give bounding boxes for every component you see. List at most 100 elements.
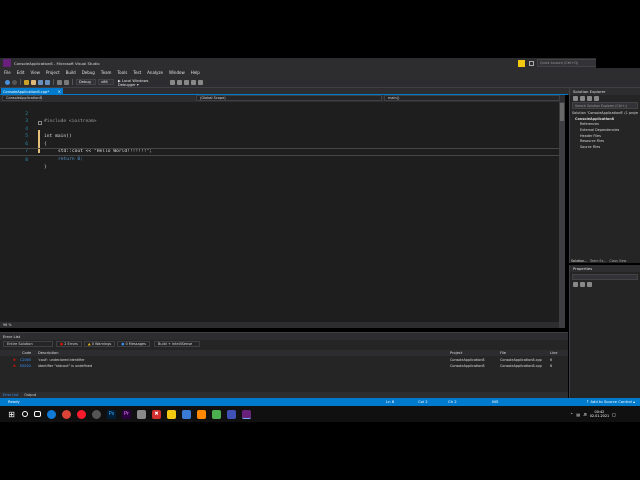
save-all-icon[interactable]	[45, 79, 50, 85]
bookmark-prev-icon[interactable]	[191, 79, 196, 85]
table-row[interactable]: ✖ E0020 identifier "stdcout" is undefine…	[0, 363, 568, 369]
new-project-icon[interactable]	[24, 79, 29, 85]
scope-combo[interactable]: (Global Scope)	[196, 95, 382, 101]
error-list-panel: Error List Entire Solution ● 2 Errors ▲ …	[0, 332, 568, 398]
task-view-icon[interactable]	[34, 411, 41, 417]
windows-start-icon[interactable]: ⊞	[7, 410, 16, 419]
menu-debug[interactable]: Debug	[79, 68, 98, 77]
configuration-dropdown[interactable]: Debug	[76, 79, 96, 85]
status-ready: Ready	[8, 399, 20, 404]
status-insert-mode: INS	[492, 399, 499, 404]
notepad-icon[interactable]	[182, 409, 191, 419]
explorer-icon[interactable]	[167, 409, 176, 419]
build-filter-dropdown[interactable]: Build + IntelliSense	[153, 340, 200, 347]
menu-file[interactable]: File	[1, 68, 14, 77]
chat-icon[interactable]	[212, 409, 221, 419]
windows-taskbar: ⊞ Ps Pr ✖ ⌃ ▤ ♬ 00:42 02.01.2021 □	[0, 406, 640, 422]
platform-dropdown[interactable]: x86	[98, 79, 114, 85]
scope-dropdown[interactable]: Entire Solution	[3, 340, 53, 347]
edge-icon[interactable]	[47, 409, 56, 419]
clock[interactable]: 00:42 02.01.2021	[590, 410, 609, 419]
save-icon[interactable]	[38, 79, 43, 85]
property-pages-icon[interactable]	[587, 282, 592, 287]
visual-studio-icon[interactable]	[242, 409, 251, 419]
menu-team[interactable]: Team	[98, 68, 115, 77]
start-debugging-button[interactable]: ▶ Local Windows Debugger ▾	[116, 79, 168, 87]
tree-item-solution[interactable]: Solution 'ConsoleApplication8' (1 projec…	[572, 111, 638, 117]
opera-icon[interactable]	[77, 409, 86, 419]
tab-solution[interactable]: Solution...	[570, 259, 588, 263]
properties-toolbar	[570, 282, 640, 287]
zoom-level[interactable]: 96 %	[0, 323, 12, 327]
code-line: 6 std::cout << "Hello World!!!!!!!";	[25, 141, 153, 155]
code-editor[interactable]: ConsoleApplication8 (Global Scope) main(…	[0, 95, 565, 328]
error-list-toolbar: Entire Solution ● 2 Errors ▲ 0 Warnings …	[0, 340, 568, 347]
member-combo[interactable]: main()	[384, 95, 560, 101]
scrollbar-thumb[interactable]	[560, 103, 564, 121]
search-icon[interactable]	[22, 411, 28, 417]
menu-window[interactable]: Window	[166, 68, 188, 77]
code-line: 2 #include <iostream>	[25, 111, 97, 125]
premiere-icon[interactable]: Pr	[122, 409, 131, 419]
media-icon[interactable]	[227, 409, 236, 419]
editor-bottom-bar: 96 %	[0, 322, 559, 328]
undo-icon[interactable]	[57, 79, 62, 85]
solution-search-input[interactable]: Search Solution Explorer (Ctrl+;)	[572, 102, 638, 109]
build-icon[interactable]	[170, 79, 175, 85]
app-icon[interactable]	[137, 409, 146, 419]
back-icon[interactable]	[5, 79, 10, 85]
menu-project[interactable]: Project	[43, 68, 63, 77]
menu-analyze[interactable]: Analyze	[144, 68, 166, 77]
network-icon[interactable]: ▤	[576, 412, 580, 417]
menu-build[interactable]: Build	[63, 68, 79, 77]
notifications-icon[interactable]: □	[612, 412, 616, 417]
volume-icon[interactable]: ♬	[583, 412, 587, 417]
menu-test[interactable]: Test	[130, 68, 144, 77]
notification-flag-icon[interactable]	[518, 60, 525, 67]
tab-team-explorer[interactable]: Team Ex...	[588, 259, 608, 263]
title-bar: ConsoleApplication8 - Microsoft Visual S…	[0, 58, 640, 76]
error-list-header: Code Description Project File Line	[0, 350, 568, 356]
alphabetical-icon[interactable]	[580, 282, 585, 287]
messages-filter-button[interactable]: ● 0 Messages	[117, 340, 150, 347]
tray-chevron-icon[interactable]: ⌃	[570, 412, 573, 417]
forward-icon[interactable]	[12, 79, 17, 85]
current-line: 8 }	[0, 148, 560, 170]
filter-icon[interactable]	[529, 61, 534, 66]
comment-icon[interactable]	[177, 79, 182, 85]
add-to-source-control-button[interactable]: ↑ Add to Source Control ▴	[586, 398, 635, 406]
tab-class-view[interactable]: Class View	[608, 259, 627, 263]
properties-title: Properties	[570, 265, 640, 272]
menu-view[interactable]: View	[27, 68, 43, 77]
quick-launch-input[interactable]: Quick Launch (Ctrl+Q)	[537, 59, 597, 67]
menu-tools[interactable]: Tools	[114, 68, 130, 77]
refresh-icon[interactable]	[587, 96, 592, 101]
chrome-icon[interactable]	[62, 409, 71, 419]
collapse-all-icon[interactable]	[594, 96, 599, 101]
tab-output[interactable]: Output	[21, 393, 39, 397]
warnings-filter-button[interactable]: ▲ 0 Warnings	[83, 340, 116, 347]
settings-icon[interactable]	[92, 409, 101, 419]
redo-icon[interactable]	[64, 79, 69, 85]
categorized-icon[interactable]	[573, 282, 578, 287]
errors-filter-button[interactable]: ● 2 Errors	[56, 340, 82, 347]
project-combo[interactable]: ConsoleApplication8	[2, 95, 42, 101]
xmind-icon[interactable]: ✖	[152, 409, 161, 419]
bookmark-icon[interactable]	[184, 79, 189, 85]
status-column: Col 2	[418, 399, 428, 404]
home-icon[interactable]	[573, 96, 578, 101]
tree-item-source-files[interactable]: Source Files	[572, 145, 638, 151]
standard-toolbar: Debug x86 ▶ Local Windows Debugger ▾	[0, 77, 640, 88]
vlc-icon[interactable]	[197, 409, 206, 419]
menu-help[interactable]: Help	[188, 68, 203, 77]
bookmark-next-icon[interactable]	[198, 79, 203, 85]
open-file-icon[interactable]	[31, 79, 36, 85]
vertical-scrollbar[interactable]	[559, 102, 565, 328]
tab-error-list[interactable]: Error List	[0, 393, 21, 397]
properties-object-combo[interactable]	[572, 274, 638, 280]
code-line: 4 int main()	[25, 126, 72, 140]
sync-icon[interactable]	[580, 96, 585, 101]
warning-icon: ▲	[87, 341, 91, 346]
photoshop-icon[interactable]: Ps	[107, 409, 116, 419]
menu-edit[interactable]: Edit	[14, 68, 28, 77]
